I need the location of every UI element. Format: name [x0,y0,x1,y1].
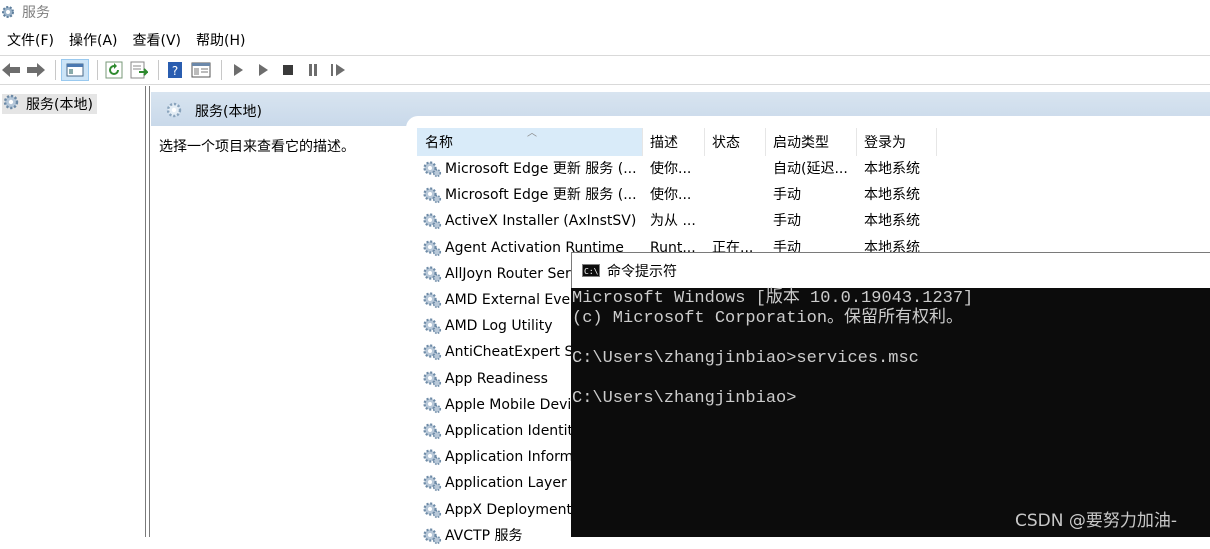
cell-name: ActiveX Installer (AxInstSV) [445,213,637,230]
service-gear-icon [422,160,442,182]
start-service-icon[interactable] [227,59,249,81]
service-gear-icon [422,343,442,365]
pause-service-icon[interactable] [302,59,324,81]
cell-startup-type: 自动(延迟... [773,161,848,177]
service-gear-icon [422,291,442,313]
service-gear-icon [422,239,442,261]
menu-bar: 文件(F) 操作(A) 查看(V) 帮助(H) [0,28,253,52]
services-gear-icon [0,4,16,20]
sort-ascending-icon: ︿ [527,128,537,139]
cell-name: Microsoft Edge 更新 服务 (... [445,161,637,177]
cmd-icon: C:\ [582,264,600,277]
services-gear-icon [2,93,20,115]
toolbar: ? [0,55,1210,85]
toolbar-separator [97,60,98,80]
service-gear-icon [422,396,442,418]
refresh-icon[interactable] [103,59,125,81]
column-header-description[interactable]: 描述 [642,128,704,156]
service-gear-icon [422,474,442,496]
show-hide-console-tree-icon[interactable] [61,59,89,81]
cell-status [712,182,765,208]
toolbar-separator [221,60,222,80]
stop-service-icon[interactable] [277,59,299,81]
column-header-log-on-as[interactable]: 登录为 [856,128,936,156]
toolbar-separator [158,60,159,80]
menu-help[interactable]: 帮助(H) [189,30,253,50]
cell-description: 使你... [650,161,692,177]
menu-action[interactable]: 操作(A) [62,30,126,50]
back-icon[interactable] [0,59,22,81]
svg-text:?: ? [172,64,178,78]
cell-startup-type: 手动 [773,187,801,204]
properties-icon[interactable] [189,59,213,81]
cmd-line: Microsoft Windows [版本 10.0.19043.1237] [572,289,974,308]
cmd-title: 命令提示符 [607,263,677,280]
cell-description: 为从 ... [650,213,696,230]
toolbar-separator [55,60,56,80]
start-service-alt-icon[interactable] [252,59,274,81]
menu-file[interactable]: 文件(F) [0,30,62,50]
cmd-prompt-line: C:\Users\zhangjinbiao> [572,389,797,408]
pane-splitter[interactable] [146,86,150,537]
column-header-name[interactable]: 名称 ︿ [417,128,642,156]
window-title: 服务 [22,5,50,21]
restart-service-icon[interactable] [327,59,349,81]
cell-status [712,156,765,182]
column-divider[interactable] [936,128,937,156]
service-gear-icon [422,186,442,208]
export-list-icon[interactable] [128,59,150,81]
cmd-line: (c) Microsoft Corporation。保留所有权利。 [572,309,964,328]
service-gear-icon [422,422,442,444]
cell-startup-type: 手动 [773,213,801,230]
cmd-console[interactable]: Microsoft Windows [版本 10.0.19043.1237] (… [571,288,1210,537]
command-prompt-window[interactable]: C:\ 命令提示符 Microsoft Windows [版本 10.0.190… [571,252,1210,537]
panel-title: 服务(本地) [195,104,262,120]
menu-view[interactable]: 查看(V) [126,30,190,50]
cell-log-on-as: 本地系统 [864,213,920,230]
cmd-line: C:\Users\zhangjinbiao>services.msc [572,349,919,368]
cmd-title-bar[interactable]: C:\ 命令提示符 [571,252,1210,288]
service-gear-icon [422,501,442,523]
tree-item-label: 服务(本地) [26,97,93,113]
column-header-startup-type[interactable]: 启动类型 [765,128,856,156]
cell-description: 使你... [650,187,692,204]
cell-name: Microsoft Edge 更新 服务 (... [445,187,637,204]
services-gear-icon [165,101,183,123]
table-row[interactable]: Microsoft Edge 更新 服务 (... 使你... 手动 本地系统 [417,182,1210,208]
cell-log-on-as: 本地系统 [864,187,920,204]
help-icon[interactable]: ? [164,59,186,81]
watermark: CSDN @要努力加油- [1015,511,1178,531]
description-hint: 选择一个项目来查看它的描述。 [159,139,355,155]
tree-item-services-local[interactable]: 服务(本地) [2,94,97,114]
table-row[interactable]: Microsoft Edge 更新 服务 (... 使你... 自动(延迟... 本地… [417,156,1210,182]
service-gear-icon [422,265,442,287]
forward-icon[interactable] [25,59,47,81]
cell-status [712,208,765,234]
service-gear-icon [422,317,442,339]
service-gear-icon [422,212,442,234]
service-gear-icon [422,370,442,392]
column-header-status[interactable]: 状态 [704,128,765,156]
service-gear-icon [422,527,442,549]
service-gear-icon [422,448,442,470]
window-title-bar: 服务 [0,0,1210,24]
console-tree: 服务(本地) [0,86,146,537]
table-row[interactable]: ActiveX Installer (AxInstSV) 为从 ... 手动 本地系统 [417,208,1210,234]
cell-log-on-as: 本地系统 [864,161,920,177]
